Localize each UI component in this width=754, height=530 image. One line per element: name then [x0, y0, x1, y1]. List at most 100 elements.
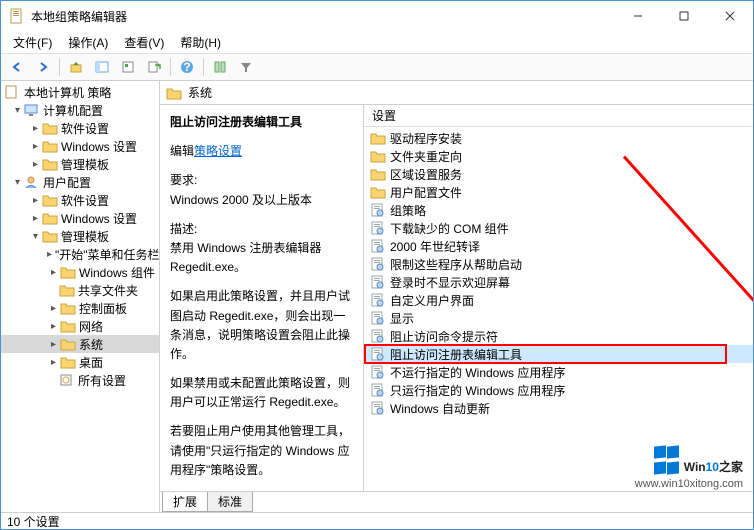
filter-button[interactable] — [234, 56, 258, 78]
tree-label: 软件设置 — [61, 192, 109, 209]
maximize-button[interactable] — [661, 1, 707, 31]
edit-label: 编辑 — [170, 144, 194, 158]
tab-extended[interactable]: 扩展 — [162, 492, 208, 512]
list-item[interactable]: 2000 年世纪转译 — [364, 237, 753, 255]
tree-item[interactable]: ▸ 软件设置 — [1, 191, 159, 209]
tree-item[interactable]: ▸桌面 — [1, 353, 159, 371]
up-button[interactable] — [64, 56, 88, 78]
edit-policy-link[interactable]: 策略设置 — [194, 144, 242, 158]
expand-icon[interactable]: ▸ — [29, 212, 42, 225]
list-item-label: 阻止访问注册表编辑工具 — [390, 346, 522, 363]
policy-title: 阻止访问注册表编辑工具 — [170, 113, 353, 132]
list-item[interactable]: 登录时不显示欢迎屏幕 — [364, 273, 753, 291]
statusbar: 10 个设置 — [1, 512, 753, 530]
column-header-settings[interactable]: 设置 — [364, 105, 753, 127]
folder-icon — [42, 193, 58, 207]
list-item-label: 自定义用户界面 — [390, 292, 474, 309]
folder-icon — [42, 139, 58, 153]
list-item[interactable]: 显示 — [364, 309, 753, 327]
tree-user-config[interactable]: ▾用户配置 — [1, 173, 159, 191]
expand-icon[interactable]: ▸ — [47, 302, 60, 315]
tree-item[interactable]: ▸ Windows 设置 — [1, 209, 159, 227]
list-item[interactable]: 自定义用户界面 — [364, 291, 753, 309]
tree-item[interactable]: ▸网络 — [1, 317, 159, 335]
list-item[interactable]: 文件夹重定向 — [364, 147, 753, 165]
tree-pane[interactable]: 本地计算机 策略 ▾计算机配置 ▸软件设置 ▸Windows 设置 ▸管理模板 … — [1, 81, 160, 512]
forward-button[interactable] — [31, 56, 55, 78]
computer-icon — [24, 103, 40, 117]
policy-setting-icon — [370, 203, 386, 217]
list-item[interactable]: Windows 自动更新 — [364, 399, 753, 417]
help-button[interactable]: ? — [175, 56, 199, 78]
menu-help[interactable]: 帮助(H) — [174, 32, 227, 53]
tree-admin-templates[interactable]: ▾管理模板 — [1, 227, 159, 245]
tree-item[interactable]: ▸控制面板 — [1, 299, 159, 317]
desc-text: 如果禁用或未配置此策略设置，则用户可以正常运行 Regedit.exe。 — [170, 374, 353, 412]
minimize-button[interactable] — [615, 1, 661, 31]
folder-icon — [370, 131, 386, 145]
settings-list[interactable]: 驱动程序安装文件夹重定向区域设置服务用户配置文件组策略下载缺少的 COM 组件2… — [364, 127, 753, 417]
list-header-bar: 系统 — [160, 81, 753, 105]
tree-item[interactable]: ▸Windows 设置 — [1, 137, 159, 155]
folder-icon — [59, 283, 75, 297]
tree-item[interactable]: ▸Windows 组件 — [1, 263, 159, 281]
policy-icon — [5, 85, 21, 99]
watermark: Win10之家 www.win10xitong.com — [635, 446, 743, 490]
tree-root[interactable]: 本地计算机 策略 — [1, 83, 159, 101]
tab-standard[interactable]: 标准 — [207, 492, 253, 512]
expand-icon[interactable]: ▸ — [29, 122, 42, 135]
list-item[interactable]: 驱动程序安装 — [364, 129, 753, 147]
expand-icon[interactable]: ▸ — [47, 266, 60, 279]
back-button[interactable] — [5, 56, 29, 78]
list-item-label: 不运行指定的 Windows 应用程序 — [390, 364, 565, 381]
expand-icon[interactable]: ▸ — [29, 194, 42, 207]
collapse-icon[interactable]: ▾ — [29, 230, 42, 243]
expand-icon[interactable]: ▸ — [47, 320, 60, 333]
list-item-label: 下载缺少的 COM 组件 — [390, 220, 509, 237]
list-item[interactable]: 只运行指定的 Windows 应用程序 — [364, 381, 753, 399]
options-button[interactable] — [208, 56, 232, 78]
tree-item[interactable]: 共享文件夹 — [1, 281, 159, 299]
list-item-label: 驱动程序安装 — [390, 130, 462, 147]
tree-label: Windows 设置 — [61, 210, 137, 227]
menu-view[interactable]: 查看(V) — [118, 32, 170, 53]
close-button[interactable] — [707, 1, 753, 31]
list-item-label: 用户配置文件 — [390, 184, 462, 201]
menu-action[interactable]: 操作(A) — [62, 32, 114, 53]
expand-icon[interactable]: ▸ — [47, 338, 60, 351]
tree-system[interactable]: ▸系统 — [1, 335, 159, 353]
list-item[interactable]: 不运行指定的 Windows 应用程序 — [364, 363, 753, 381]
list-item[interactable]: 阻止访问注册表编辑工具 — [364, 345, 753, 363]
tree-item[interactable]: ▸"开始"菜单和任务栏 — [1, 245, 159, 263]
toolbar-separator — [170, 58, 171, 76]
tree-item[interactable]: ▸管理模板 — [1, 155, 159, 173]
collapse-icon[interactable]: ▾ — [11, 176, 24, 189]
list-item[interactable]: 阻止访问命令提示符 — [364, 327, 753, 345]
status-text: 10 个设置 — [7, 513, 60, 530]
folder-icon — [60, 319, 76, 333]
req-label: 要求: — [170, 173, 197, 187]
description-pane: 阻止访问注册表编辑工具 编辑策略设置 要求:Windows 2000 及以上版本… — [160, 105, 364, 491]
toolbar: ? — [1, 53, 753, 81]
folder-icon — [42, 211, 58, 225]
properties-button[interactable] — [116, 56, 140, 78]
toolbar-separator — [59, 58, 60, 76]
show-hide-tree-button[interactable] — [90, 56, 114, 78]
list-item[interactable]: 区域设置服务 — [364, 165, 753, 183]
tree-item[interactable]: 所有设置 — [1, 371, 159, 389]
expand-icon[interactable]: ▸ — [47, 248, 52, 261]
list-item-label: 区域设置服务 — [390, 166, 462, 183]
expand-icon[interactable]: ▸ — [29, 140, 42, 153]
tree-computer-config[interactable]: ▾计算机配置 — [1, 101, 159, 119]
list-item[interactable]: 用户配置文件 — [364, 183, 753, 201]
tree-item[interactable]: ▸软件设置 — [1, 119, 159, 137]
export-button[interactable] — [142, 56, 166, 78]
list-item[interactable]: 下载缺少的 COM 组件 — [364, 219, 753, 237]
expand-icon[interactable]: ▸ — [29, 158, 42, 171]
menu-file[interactable]: 文件(F) — [7, 32, 58, 53]
collapse-icon[interactable]: ▾ — [11, 104, 24, 117]
list-item[interactable]: 组策略 — [364, 201, 753, 219]
menubar: 文件(F) 操作(A) 查看(V) 帮助(H) — [1, 31, 753, 53]
list-item[interactable]: 限制这些程序从帮助启动 — [364, 255, 753, 273]
expand-icon[interactable]: ▸ — [47, 356, 60, 369]
